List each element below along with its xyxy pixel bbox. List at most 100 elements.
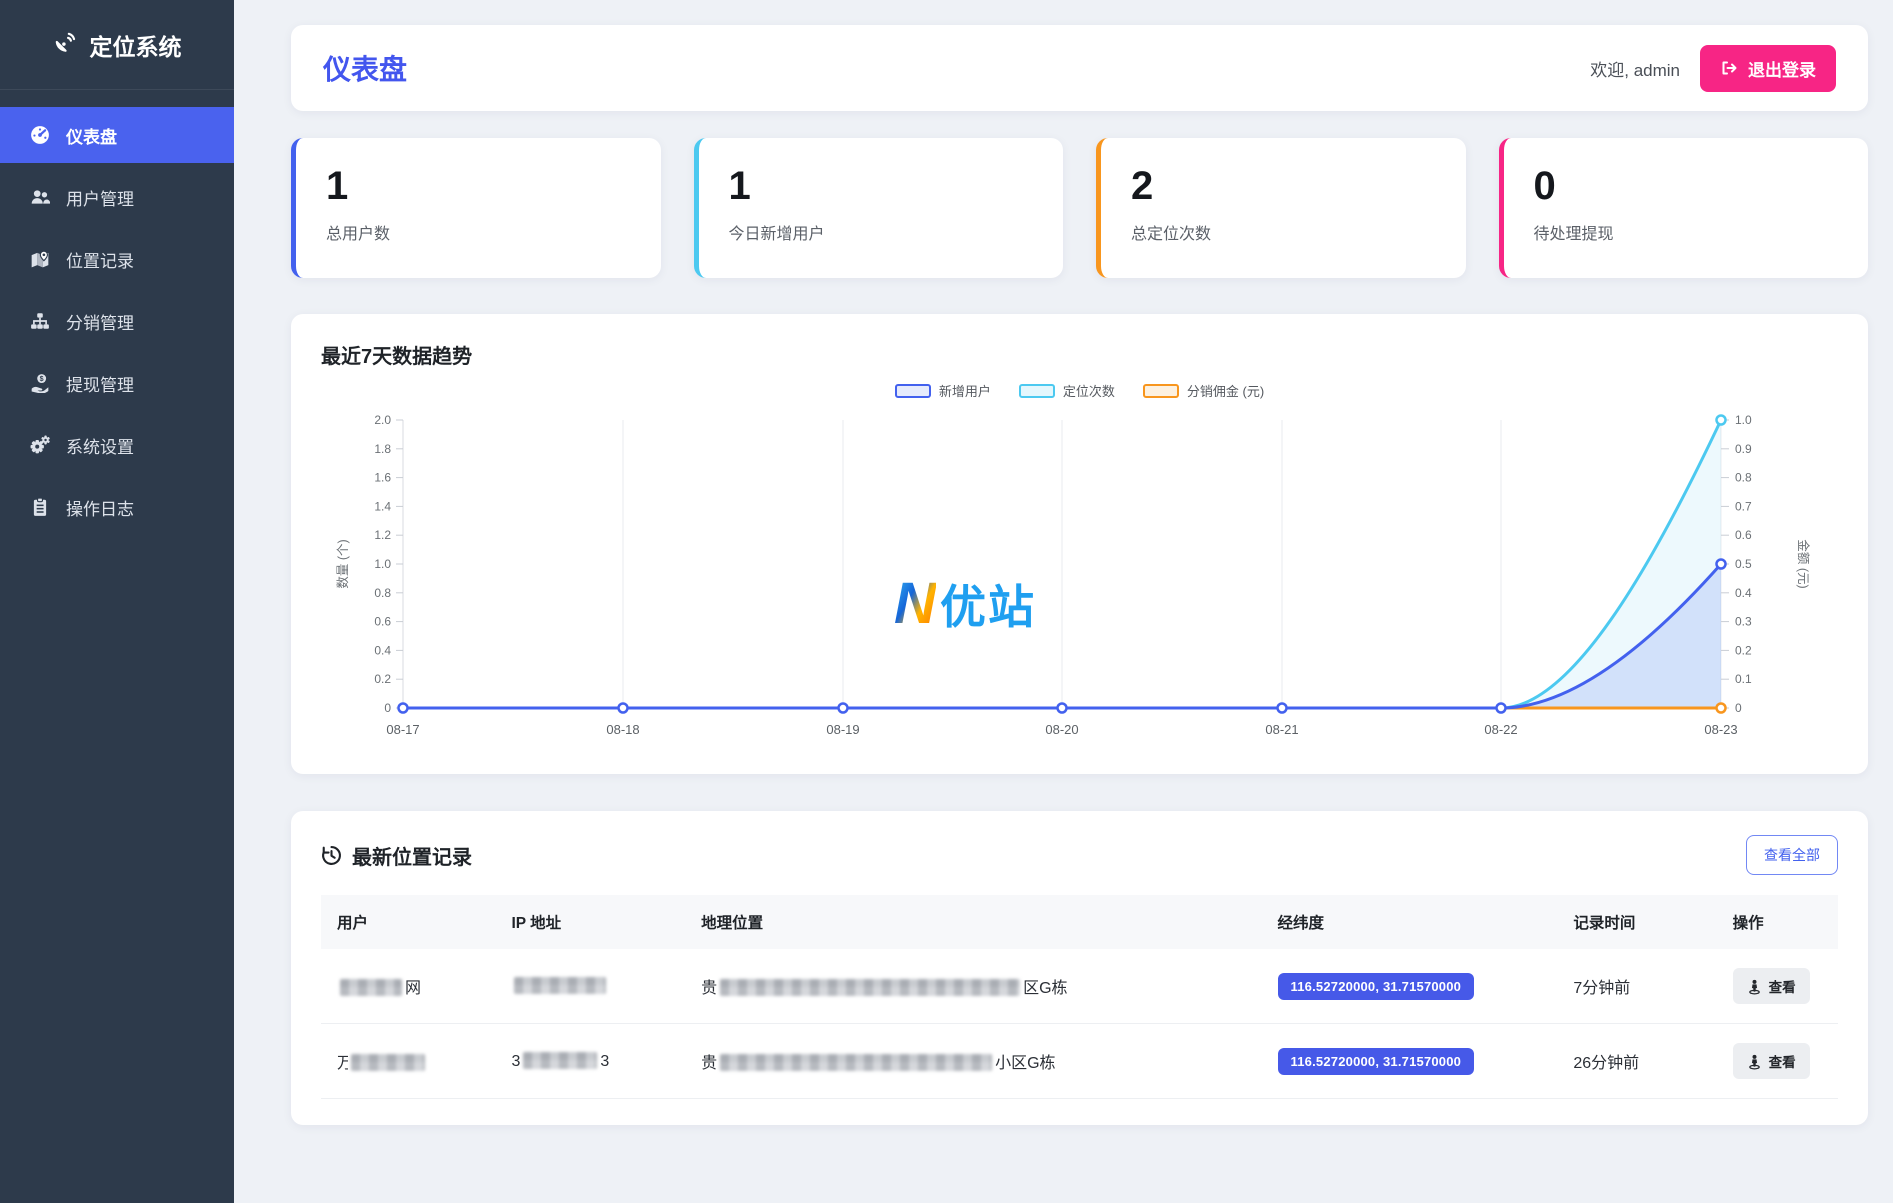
svg-text:1.4: 1.4 bbox=[374, 499, 391, 513]
svg-text:0.4: 0.4 bbox=[1735, 586, 1752, 600]
records-title-group: 最新位置记录 bbox=[321, 841, 472, 870]
sidebar-item-label: 提现管理 bbox=[66, 375, 134, 395]
coords-badge: 116.52720000, 31.71570000 bbox=[1277, 972, 1475, 1000]
redacted-blur bbox=[720, 1054, 993, 1071]
view-record-button[interactable]: 查看 bbox=[1732, 968, 1810, 1004]
svg-text:1.6: 1.6 bbox=[374, 471, 391, 485]
legend-label: 新增用户 bbox=[938, 384, 991, 399]
map-marker-icon bbox=[30, 249, 50, 269]
svg-text:1.0: 1.0 bbox=[1735, 413, 1752, 427]
stat-card-new-users-today: 1 今日新增用户 bbox=[693, 138, 1063, 278]
trend-chart: 2.0 1.8 1.6 1.4 1.2 1.0 0.8 0.6 0.4 0.2 … bbox=[321, 408, 1838, 746]
svg-text:0.5: 0.5 bbox=[1735, 557, 1752, 571]
redacted-blur bbox=[351, 1054, 425, 1071]
redacted-blur bbox=[523, 1051, 598, 1069]
view-all-button[interactable]: 查看全部 bbox=[1746, 835, 1838, 875]
gauge-icon bbox=[30, 125, 50, 145]
sidebar-menu: 仪表盘 用户管理 位置记录 分销管理 $ 提现管理 系统设置 操作日志 bbox=[0, 90, 234, 535]
logout-label: 退出登录 bbox=[1748, 60, 1816, 80]
main-content: 仪表盘 欢迎, admin 退出登录 1 总用户数 1 今日新增用户 2 总定位… bbox=[234, 0, 1893, 1125]
welcome-text: 欢迎, admin bbox=[1590, 60, 1680, 80]
history-icon bbox=[321, 845, 342, 866]
users-icon bbox=[30, 187, 50, 207]
svg-text:0: 0 bbox=[384, 701, 391, 715]
svg-text:08-22: 08-22 bbox=[1484, 722, 1517, 737]
col-header-time: 记录时间 bbox=[1557, 895, 1717, 949]
sidebar-item-location-records[interactable]: 位置记录 bbox=[0, 231, 234, 287]
col-header-coords: 经纬度 bbox=[1261, 895, 1558, 949]
trend-chart-card: 最近7天数据趋势 新增用户 定位次数 分销佣金 (元) 2.0 1.8 1.6 … bbox=[291, 314, 1868, 774]
svg-text:0.3: 0.3 bbox=[1735, 615, 1752, 629]
sidebar-item-label: 位置记录 bbox=[66, 251, 134, 271]
logout-button[interactable]: 退出登录 bbox=[1700, 44, 1836, 92]
app-title: 定位系统 bbox=[89, 33, 182, 60]
col-header-user: 用户 bbox=[321, 895, 496, 949]
satellite-dish-icon bbox=[53, 30, 77, 60]
legend-item-new-users[interactable]: 新增用户 bbox=[894, 381, 991, 400]
street-view-icon bbox=[1747, 1053, 1762, 1070]
header-right: 欢迎, admin 退出登录 bbox=[1590, 44, 1836, 92]
stat-value: 1 bbox=[326, 164, 349, 208]
sidebar-item-distribution[interactable]: 分销管理 bbox=[0, 293, 234, 349]
legend-label: 分销佣金 (元) bbox=[1186, 384, 1265, 399]
line-chart-canvas: 2.0 1.8 1.6 1.4 1.2 1.0 0.8 0.6 0.4 0.2 … bbox=[335, 413, 1811, 737]
y-axis-left-name: 数量 (个) bbox=[335, 539, 350, 588]
redacted-blur bbox=[514, 976, 607, 994]
street-view-icon bbox=[1747, 978, 1762, 995]
stats-row: 1 总用户数 1 今日新增用户 2 总定位次数 0 待处理提现 bbox=[291, 138, 1868, 278]
sidebar-item-label: 仪表盘 bbox=[66, 127, 117, 147]
view-record-button[interactable]: 查看 bbox=[1732, 1043, 1810, 1079]
sidebar-item-dashboard[interactable]: 仪表盘 bbox=[0, 107, 234, 163]
svg-text:08-19: 08-19 bbox=[826, 722, 859, 737]
records-title: 最新位置记录 bbox=[352, 846, 472, 869]
chart-title: 最近7天数据趋势 bbox=[321, 346, 473, 368]
svg-text:0.7: 0.7 bbox=[1735, 499, 1752, 513]
svg-text:0.2: 0.2 bbox=[374, 672, 391, 686]
col-header-location: 地理位置 bbox=[685, 895, 1262, 949]
page-title: 仪表盘 bbox=[323, 54, 408, 85]
svg-text:1.8: 1.8 bbox=[374, 442, 391, 456]
page-header: 仪表盘 欢迎, admin 退出登录 bbox=[291, 25, 1868, 111]
svg-text:0.4: 0.4 bbox=[374, 643, 391, 657]
table-row: 万 33 贵小区G栋 116.52720000, 31.71570000 26分… bbox=[321, 1023, 1838, 1099]
y-axis-right-name: 金额 (元) bbox=[1796, 539, 1811, 588]
stat-label: 待处理提现 bbox=[1533, 226, 1614, 243]
record-time: 7分钟前 bbox=[1573, 980, 1631, 997]
sidebar-item-label: 系统设置 bbox=[66, 437, 134, 457]
stat-label: 今日新增用户 bbox=[728, 226, 825, 243]
record-time: 26分钟前 bbox=[1573, 1055, 1640, 1072]
table-header-row: 用户 IP 地址 地理位置 经纬度 记录时间 操作 bbox=[321, 895, 1838, 949]
sitemap-icon bbox=[30, 311, 50, 331]
legend-item-locations[interactable]: 定位次数 bbox=[1018, 381, 1115, 400]
sidebar-item-settings[interactable]: 系统设置 bbox=[0, 417, 234, 473]
clipboard-list-icon bbox=[30, 497, 50, 517]
stat-card-total-users: 1 总用户数 bbox=[291, 138, 661, 278]
svg-text:0.1: 0.1 bbox=[1735, 672, 1752, 686]
svg-text:1.0: 1.0 bbox=[374, 557, 391, 571]
svg-text:08-21: 08-21 bbox=[1265, 722, 1298, 737]
chart-legend: 新增用户 定位次数 分销佣金 (元) bbox=[321, 381, 1838, 400]
svg-text:08-17: 08-17 bbox=[386, 722, 419, 737]
svg-text:2.0: 2.0 bbox=[374, 413, 391, 427]
app-logo: 定位系统 bbox=[0, 0, 234, 90]
sidebar-item-users[interactable]: 用户管理 bbox=[0, 169, 234, 225]
sidebar-item-label: 用户管理 bbox=[66, 189, 134, 209]
svg-text:0: 0 bbox=[1735, 701, 1742, 715]
records-header: 最新位置记录 查看全部 bbox=[321, 835, 1838, 875]
redacted-blur bbox=[720, 979, 1021, 996]
legend-item-commission[interactable]: 分销佣金 (元) bbox=[1142, 381, 1265, 400]
legend-label: 定位次数 bbox=[1062, 384, 1115, 399]
sidebar-item-label: 操作日志 bbox=[66, 499, 134, 519]
sidebar-item-withdrawals[interactable]: $ 提现管理 bbox=[0, 355, 234, 411]
svg-text:0.8: 0.8 bbox=[374, 586, 391, 600]
svg-text:08-20: 08-20 bbox=[1045, 722, 1078, 737]
legend-swatch-blue bbox=[894, 383, 931, 398]
redacted-blur bbox=[340, 979, 402, 996]
stat-label: 总定位次数 bbox=[1131, 226, 1212, 243]
svg-text:08-18: 08-18 bbox=[606, 722, 639, 737]
sidebar-item-logs[interactable]: 操作日志 bbox=[0, 479, 234, 535]
gears-icon bbox=[30, 435, 50, 455]
col-header-actions: 操作 bbox=[1716, 895, 1838, 949]
hand-holding-dollar-icon: $ bbox=[30, 373, 50, 393]
latest-records-card: 最新位置记录 查看全部 用户 IP 地址 地理位置 经纬度 记录时间 操作 网 bbox=[291, 811, 1868, 1125]
